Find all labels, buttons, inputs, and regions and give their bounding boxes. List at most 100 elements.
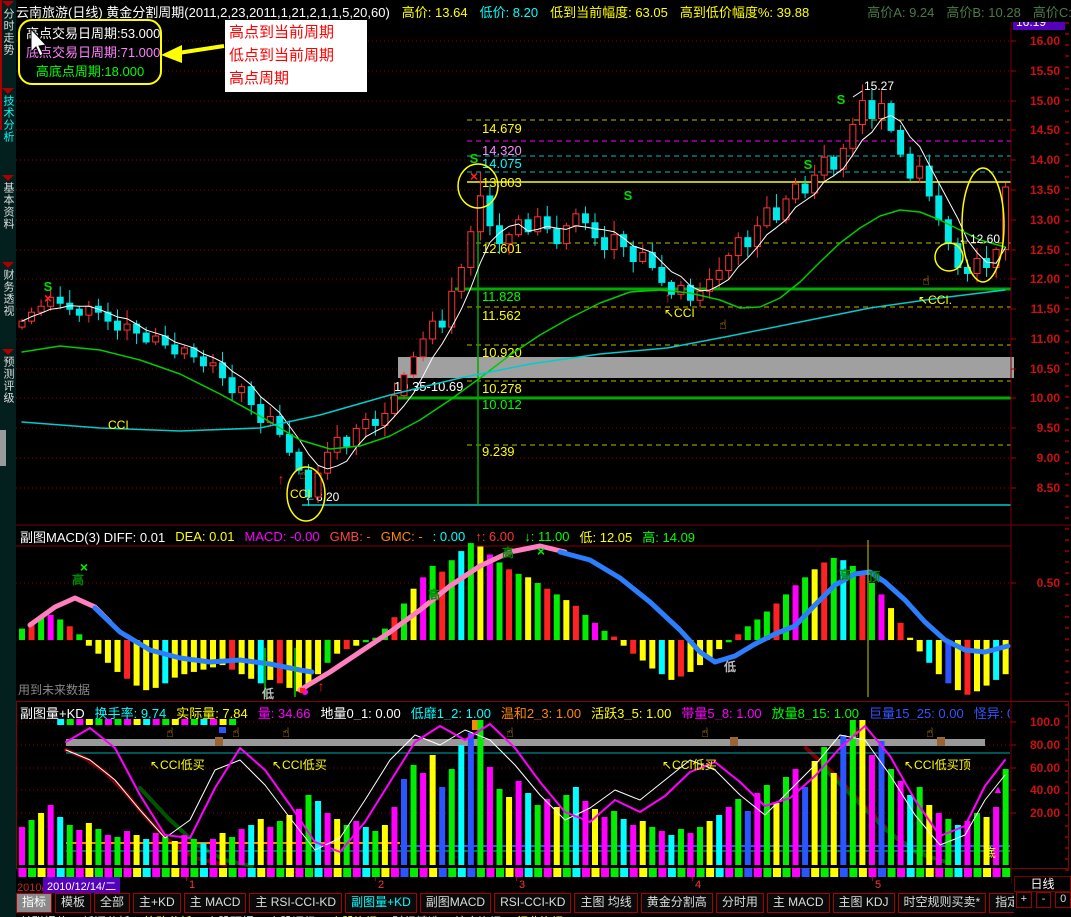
sidebar-scrollbar[interactable] xyxy=(0,430,6,466)
svg-text:14.679: 14.679 xyxy=(482,121,522,136)
volume-header-segment: 实际量: 7.84 xyxy=(176,705,248,721)
svg-text:×: × xyxy=(470,168,478,184)
title-segment: 低到当前幅度: 63.05 xyxy=(550,4,668,20)
sidebar-tab-分时走势[interactable]: 分时走势 xyxy=(1,8,16,56)
toolbar-button-主 RSI-CCI-KD[interactable]: 主 RSI-CCI-KD xyxy=(249,893,343,913)
bottom-tab-row-clipped: 关联报价 新闻分析 策略分析 个股研报 个股评级 个股资讯 财经精选 综合资讯 行业资讯 xyxy=(0,913,1071,917)
svg-text:12.50: 12.50 xyxy=(1030,243,1060,257)
svg-text:10.00: 10.00 xyxy=(1030,391,1060,405)
bottom-tab-行业资讯[interactable]: 行业资讯 xyxy=(516,913,564,917)
macd-header-segment: : 0.00 xyxy=(432,529,466,544)
svg-text:80.00: 80.00 xyxy=(1030,738,1060,752)
toolbar-button-RSI-CCI-KD[interactable]: RSI-CCI-KD xyxy=(494,893,572,913)
toolbar-button-分时用[interactable]: 分时用 xyxy=(715,893,764,913)
svg-text:0.50: 0.50 xyxy=(1037,576,1061,590)
bottom-tab-个股评级[interactable]: 个股评级 xyxy=(268,913,316,917)
toolbar-button-黄金分割高[interactable]: 黄金分割高 xyxy=(640,893,713,913)
volume-header-segment: 活跃3_5: 1.00 xyxy=(591,705,672,721)
sidebar-tab-基本资料[interactable]: 基本资料 xyxy=(1,182,16,230)
svg-text:☝: ☝ xyxy=(506,725,514,740)
svg-text:15.00: 15.00 xyxy=(1030,94,1060,108)
zoom-button-group: + -0 xyxy=(1016,892,1071,908)
sidebar-tab-技术分析[interactable]: 技术分析 xyxy=(1,95,16,143)
macd-header-segment: GMB: - xyxy=(329,529,371,544)
svg-text:↑: ↑ xyxy=(278,471,285,487)
svg-text:☝: ☝ xyxy=(926,725,934,740)
volume-header-segment: 副图量+KD xyxy=(20,705,85,721)
svg-text:20.00: 20.00 xyxy=(1030,806,1060,820)
title-segment: 高价B: 10.28 xyxy=(946,4,1021,20)
toolbar-button-主+KD[interactable]: 主+KD xyxy=(133,893,181,913)
svg-text:11.828: 11.828 xyxy=(482,289,521,304)
svg-text:×: × xyxy=(80,559,88,575)
svg-text:13.803: 13.803 xyxy=(482,175,522,190)
future-data-note: 用到未来数据 xyxy=(18,683,91,697)
svg-text:↖CCI: ↖CCI xyxy=(664,306,695,320)
svg-text:▲: ▲ xyxy=(993,784,1004,796)
annotation-note: 高点到当前周期 低点到当前周期 高点周期 xyxy=(225,20,367,92)
bottom-tab-综合资讯[interactable]: 综合资讯 xyxy=(454,913,502,917)
svg-text:40.00: 40.00 xyxy=(1030,783,1060,797)
svg-text:低: 低 xyxy=(261,686,274,701)
bottom-tab-关联报价[interactable]: 关联报价 xyxy=(20,913,68,917)
toolbar-button-指定日期均线[interactable]: 指定日期均线 xyxy=(989,893,1014,913)
sidebar-tab-财务透视[interactable]: 财务透视 xyxy=(1,269,16,317)
volume-header-segment: 温和2_3: 1.00 xyxy=(500,705,582,721)
svg-text:13.50: 13.50 xyxy=(1030,183,1060,197)
toolbar-button-主图 KDJ[interactable]: 主图 KDJ xyxy=(832,893,895,913)
zoom-in-button[interactable]: + xyxy=(1016,892,1032,908)
title-bar: 云南旅游(日线) 黄金分割周期(2011,2,23,2011,1,21,2,1,… xyxy=(16,0,1071,22)
svg-text:CCI: CCI xyxy=(290,487,311,501)
bottom-tab-个股研报[interactable]: 个股研报 xyxy=(206,913,254,917)
toolbar-button-模板[interactable]: 模板 xyxy=(55,893,92,913)
svg-text:×: × xyxy=(537,543,545,559)
chart-canvas[interactable]: 10.35-10.6914.67914.32014.07513.80312.60… xyxy=(0,0,1071,917)
toolbar-button-主 MACD[interactable]: 主 MACD xyxy=(766,893,830,913)
annotation-line: 高点周期 xyxy=(229,70,290,87)
svg-text:☝: ☝ xyxy=(719,317,727,332)
zoom-reset-button[interactable]: 0 xyxy=(1055,892,1071,908)
indicator-toolbar: 指标 模板 全部 主+KD 主 MACD 主 RSI-CCI-KD 副图量+KD 副图MACD… xyxy=(16,893,1014,913)
volume-header-segment: 怪异: 0.00 xyxy=(973,705,1010,721)
annotation-line: 高点到当前周期 xyxy=(229,24,335,41)
svg-text:↖CCI.: ↖CCI. xyxy=(918,293,952,307)
bottom-tab-财经精选[interactable]: 财经精选 xyxy=(392,913,440,917)
sidebar-tab-预测评级[interactable]: 预测评级 xyxy=(1,356,16,404)
toolbar-button-时空规则买卖*[interactable]: 时空规则买卖* xyxy=(897,893,987,913)
tab-divider-icon xyxy=(2,175,14,181)
svg-text:11.50: 11.50 xyxy=(1031,302,1061,316)
svg-text:↑: ↑ xyxy=(318,678,325,694)
svg-text:16.00: 16.00 xyxy=(1030,34,1060,48)
bottom-tab-新闻分析[interactable]: 新闻分析 xyxy=(82,913,130,917)
volume-header-segment: 地量0_1: 0.00 xyxy=(320,705,401,721)
svg-text:←12.60: ←12.60 xyxy=(958,232,1000,246)
svg-text:↖CCI低买: ↖CCI低买 xyxy=(272,758,327,772)
title-segment: 低价: 8.20 xyxy=(479,4,539,20)
bottom-tab-策略分析[interactable]: 策略分析 xyxy=(144,913,192,917)
svg-text:10.278: 10.278 xyxy=(482,381,522,396)
period-selector[interactable]: 日线 xyxy=(1014,876,1071,892)
svg-text:↑: ↑ xyxy=(665,289,672,305)
svg-text:↖CCI低买顶: ↖CCI低买顶 xyxy=(904,758,971,772)
toolbar-button-主 MACD[interactable]: 主 MACD xyxy=(183,893,247,913)
zoom-out-button[interactable]: - xyxy=(1035,892,1052,908)
svg-text:14.00: 14.00 xyxy=(1030,153,1060,167)
svg-text:13.00: 13.00 xyxy=(1030,213,1060,227)
svg-text:高: 高 xyxy=(428,587,440,602)
volume-panel-header: 副图量+KD 换手率: 9.74 实际量: 7.84 量: 34.66 地量0_1: 0… xyxy=(20,704,1010,721)
month-tick-label: 3 xyxy=(519,879,526,891)
toolbar-button-指标[interactable]: 指标 xyxy=(16,893,53,913)
volume-header-segment: 量: 34.66 xyxy=(257,705,311,721)
svg-text:60.00: 60.00 xyxy=(1030,761,1060,775)
bottom-tab-个股资讯[interactable]: 个股资讯 xyxy=(330,913,378,917)
toolbar-button-副图MACD[interactable]: 副图MACD xyxy=(419,893,492,913)
title-segment: 高价C: 10.9 xyxy=(1032,4,1071,20)
annotation-line: 低点到当前周期 xyxy=(229,47,335,64)
macd-panel-header: 副图MACD(3) DIFF: 0.01 DEA: 0.01 MACD: -0.00… xyxy=(20,528,1010,545)
toolbar-button-副图量+KD[interactable]: 副图量+KD xyxy=(345,893,417,913)
toolbar-button-主图 均线[interactable]: 主图 均线 xyxy=(574,893,638,913)
svg-text:11.00: 11.00 xyxy=(1031,332,1061,346)
volume-header-segment: 换手率: 9.74 xyxy=(94,705,167,721)
toolbar-button-全部[interactable]: 全部 xyxy=(94,893,131,913)
svg-text:☝: ☝ xyxy=(232,725,240,740)
